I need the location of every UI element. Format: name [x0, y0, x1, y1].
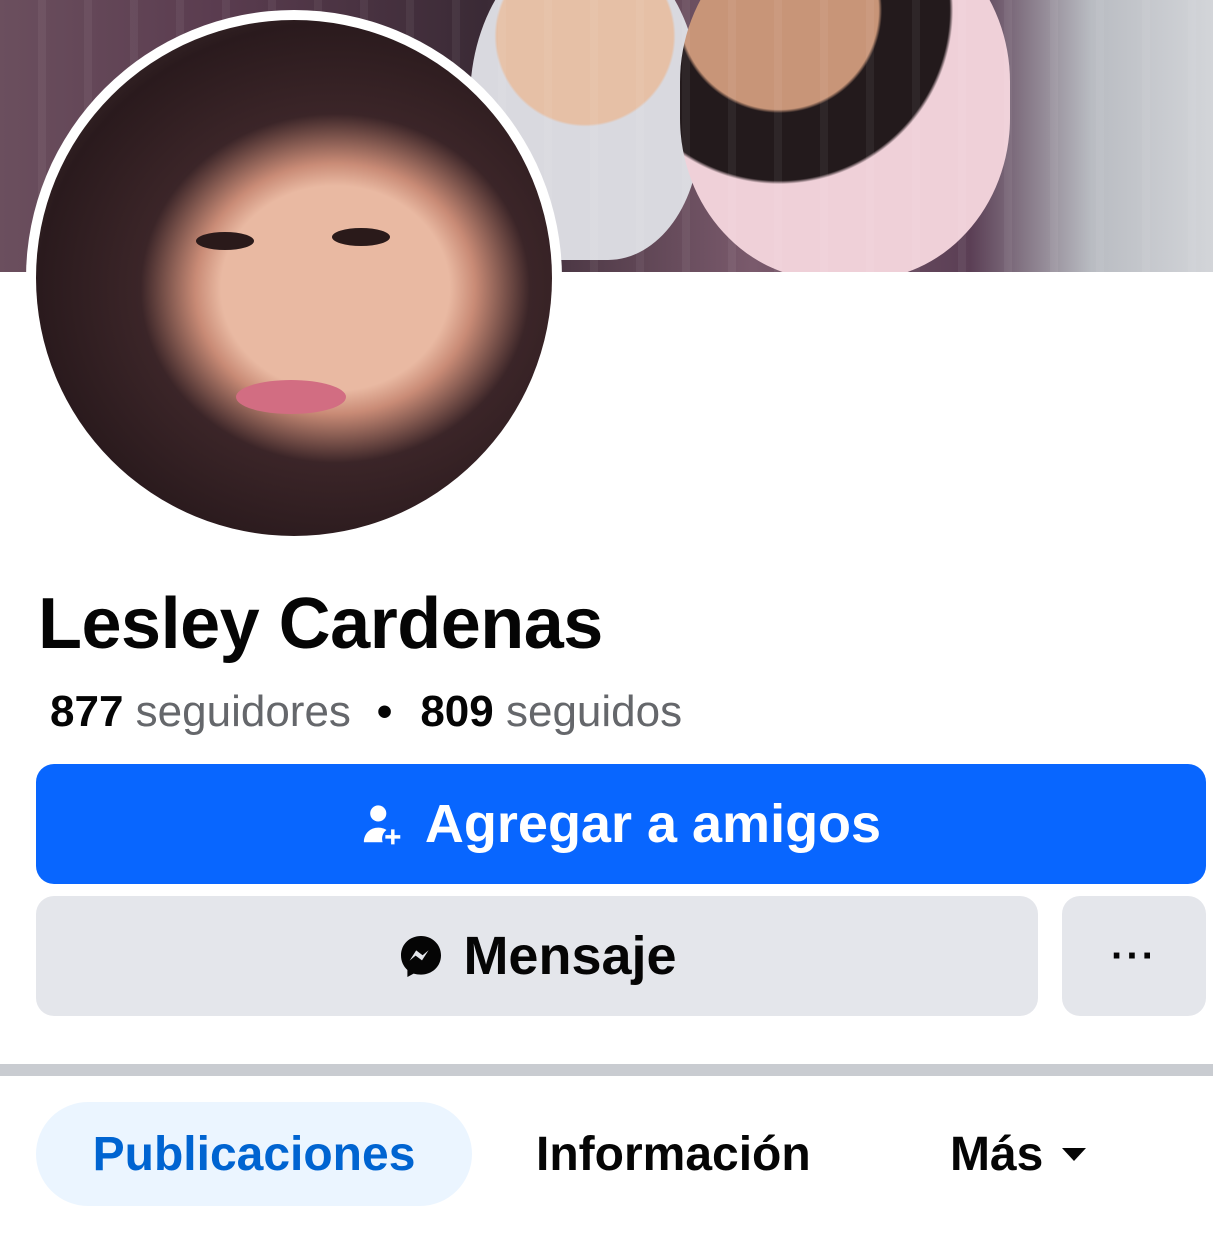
person-add-icon: [361, 801, 407, 847]
profile-picture-detail: [332, 228, 390, 246]
more-options-label: ···: [1111, 933, 1157, 978]
tab-about[interactable]: Información: [536, 1102, 811, 1206]
following-link[interactable]: 809 seguidos: [420, 687, 682, 736]
following-label: seguidos: [505, 687, 683, 736]
tab-about-label: Información: [536, 1127, 811, 1181]
add-friend-button[interactable]: Agregar a amigos: [36, 764, 1206, 884]
followers-label: seguidores: [135, 687, 351, 736]
followers-count: 877: [50, 687, 124, 736]
more-options-button[interactable]: ···: [1062, 896, 1206, 1016]
tab-posts-label: Publicaciones: [92, 1127, 416, 1181]
message-label: Mensaje: [463, 926, 677, 986]
profile-name: Lesley Cardenas: [38, 584, 603, 664]
profile-picture-detail: [196, 232, 254, 250]
add-friend-label: Agregar a amigos: [424, 794, 882, 854]
follow-stats: 877 seguidores • 809 seguidos: [50, 686, 682, 738]
tab-posts[interactable]: Publicaciones: [36, 1102, 472, 1206]
tab-more[interactable]: Más: [950, 1102, 1089, 1206]
section-divider: [0, 1064, 1213, 1076]
following-count: 809: [420, 687, 494, 736]
messenger-icon: [397, 932, 445, 980]
profile-picture[interactable]: [26, 10, 562, 546]
profile-picture-detail: [236, 380, 346, 414]
caret-down-icon: [1059, 1144, 1089, 1164]
stats-separator: •: [376, 687, 393, 736]
followers-link[interactable]: 877 seguidores: [50, 687, 351, 736]
profile-picture-image: [36, 20, 552, 536]
message-button[interactable]: Mensaje: [36, 896, 1038, 1016]
tab-more-label: Más: [950, 1127, 1044, 1181]
